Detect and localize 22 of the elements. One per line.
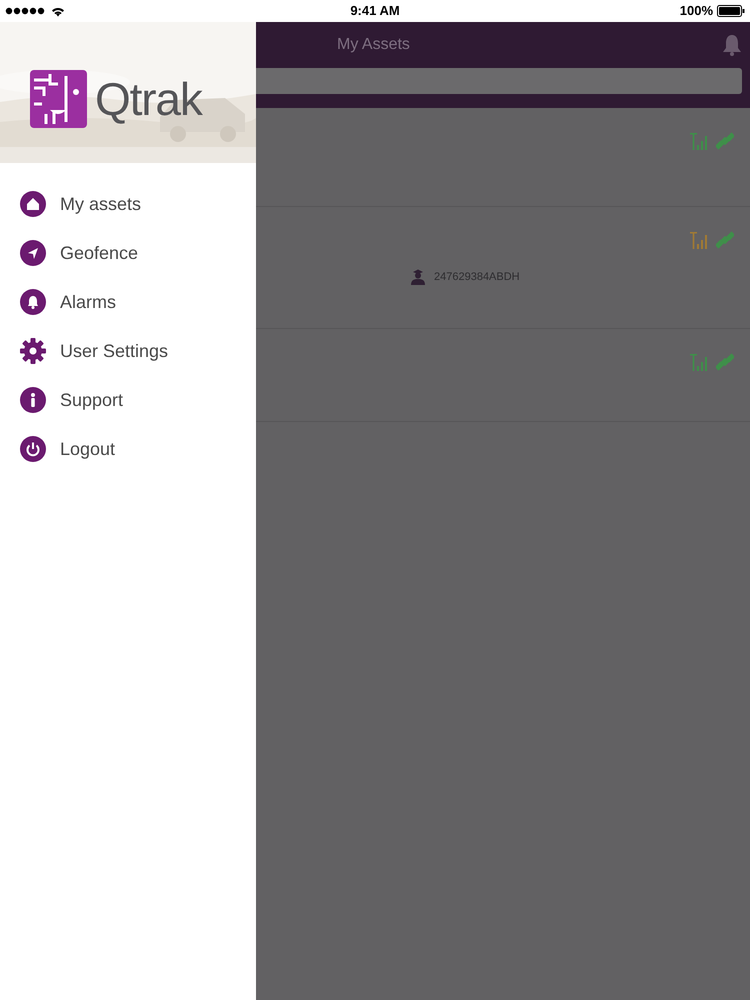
menu-item[interactable]: Geofence xyxy=(20,236,256,270)
wifi-icon xyxy=(51,6,65,16)
power-icon xyxy=(20,436,46,462)
navigate-icon xyxy=(20,240,46,266)
battery-icon xyxy=(717,5,745,17)
menu-item[interactable]: My assets xyxy=(20,187,256,221)
menu-item[interactable]: Alarms xyxy=(20,285,256,319)
driver-icon xyxy=(410,269,426,286)
search-field[interactable] xyxy=(256,68,742,94)
menu-item[interactable]: Logout xyxy=(20,432,256,466)
info-icon xyxy=(20,387,46,413)
bell-icon[interactable] xyxy=(722,34,742,56)
logo-icon xyxy=(30,70,87,128)
screen-title: My Assets xyxy=(337,35,410,55)
logo-text: Qtrak xyxy=(95,76,202,122)
battery-percent: 100% xyxy=(680,2,713,20)
bell-icon xyxy=(20,289,46,315)
menu-item[interactable]: User Settings xyxy=(20,334,256,368)
menu-item[interactable]: Support xyxy=(20,383,256,417)
status-time: 9:41 AM xyxy=(350,2,400,20)
home-icon xyxy=(20,191,46,217)
signal-dots-icon xyxy=(5,7,47,15)
